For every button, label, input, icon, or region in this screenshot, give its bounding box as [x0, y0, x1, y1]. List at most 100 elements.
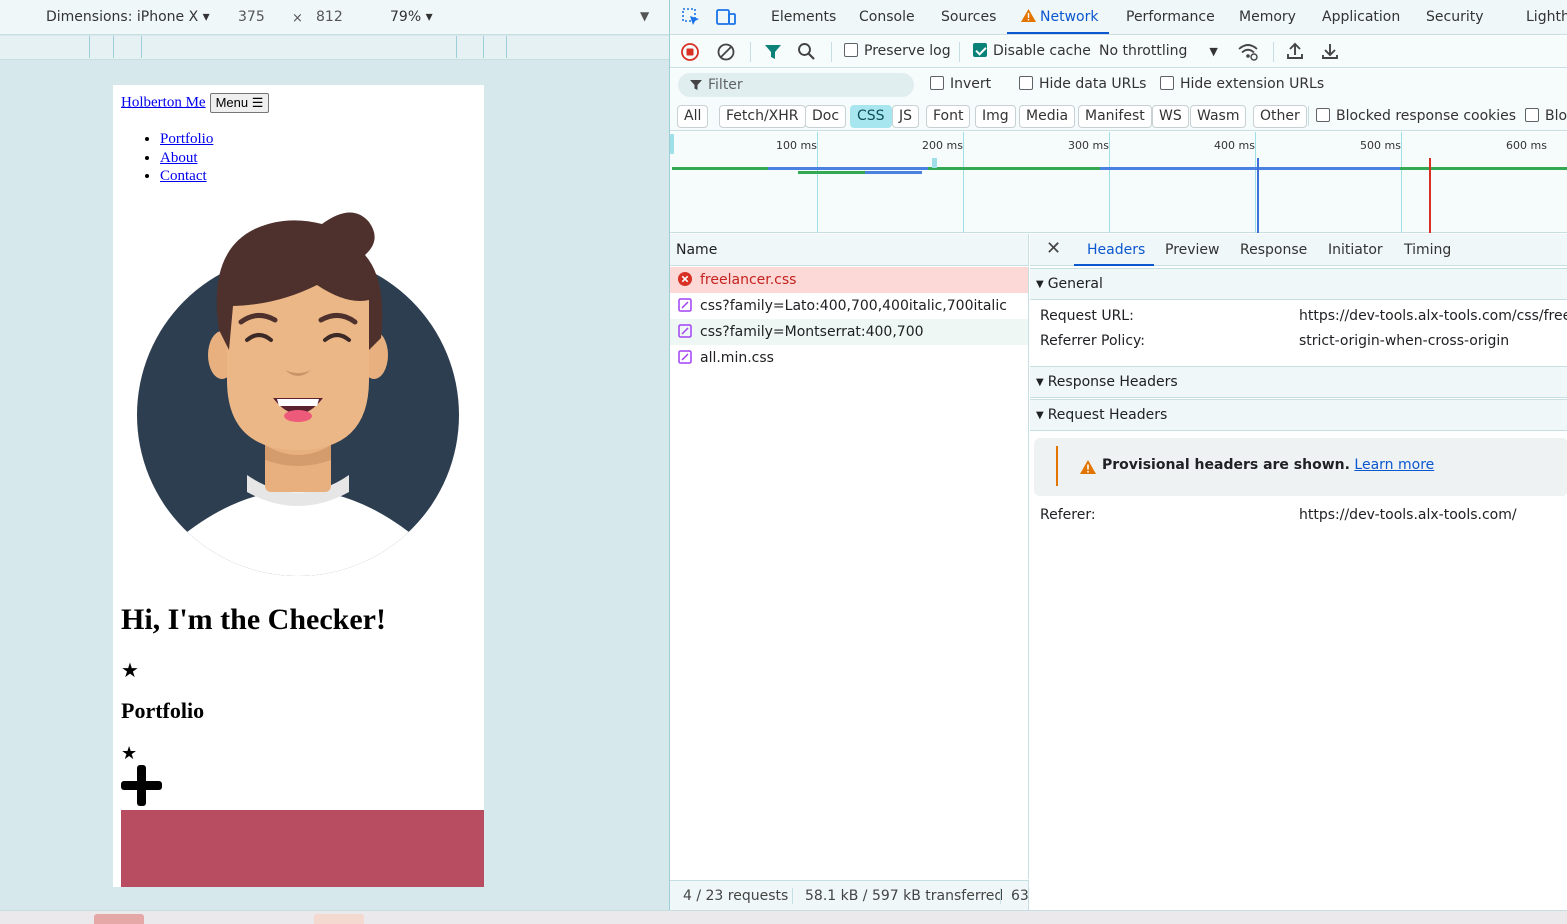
tab-console[interactable]: Console — [859, 9, 915, 25]
nav-item: Portfolio — [160, 130, 213, 149]
request-name: css?family=Montserrat:400,700 — [700, 324, 924, 340]
preserve-log-checkbox[interactable]: Preserve log — [844, 43, 951, 59]
timeline-bar — [932, 158, 937, 168]
device-toolbar: Dimensions: iPhone X ▾ 375 × 812 79% ▾ ▼ — [0, 0, 669, 35]
tab-sources[interactable]: Sources — [941, 9, 996, 25]
type-filter-all[interactable]: All — [677, 105, 709, 128]
nav-item: About — [160, 149, 213, 168]
hide-data-urls-checkbox[interactable]: Hide data URLs — [1019, 76, 1146, 92]
tab-headers[interactable]: Headers — [1087, 242, 1145, 258]
taskbar-app-icon[interactable] — [94, 914, 144, 924]
request-name: css?family=Lato:400,700,400italic,700ita… — [700, 298, 1007, 314]
portfolio-item[interactable] — [121, 810, 484, 887]
warning-icon — [1021, 9, 1036, 22]
type-filter-js[interactable]: JS — [892, 105, 920, 128]
request-count: 4 / 23 requests — [683, 888, 789, 904]
device-height-input[interactable]: 812 — [316, 9, 343, 25]
filter-input[interactable]: Filter — [678, 73, 914, 97]
type-filter-fetch-xhr[interactable]: Fetch/XHR — [719, 105, 806, 128]
tab-preview[interactable]: Preview — [1165, 242, 1220, 258]
network-overview-timeline[interactable]: 100 ms 200 ms 300 ms 400 ms 500 ms 600 m… — [670, 132, 1567, 233]
tab-application[interactable]: Application — [1322, 9, 1400, 25]
request-url-value: https://dev-tools.alx-tools.com/css/free… — [1299, 308, 1567, 324]
section-response-headers[interactable]: ▼ Response Headers — [1030, 366, 1567, 398]
tab-lighthouse[interactable]: Lighth — [1526, 9, 1567, 25]
request-detail-panel: ✕ Headers Preview Response Initiator Tim… — [1030, 234, 1567, 910]
type-filter-doc[interactable]: Doc — [805, 105, 847, 128]
warning-message: Provisional headers are shown. Learn mor… — [1102, 457, 1434, 473]
disable-cache-checkbox[interactable]: Disable cache — [973, 43, 1091, 59]
clear-icon[interactable] — [717, 43, 735, 61]
logo-link[interactable]: Holberton Me — [121, 94, 206, 110]
dom-content-loaded-marker — [1257, 158, 1259, 233]
nav-link-portfolio[interactable]: Portfolio — [160, 131, 213, 147]
nav-link-about[interactable]: About — [160, 150, 198, 166]
search-icon[interactable] — [797, 42, 816, 61]
device-toolbar-icon[interactable] — [715, 6, 737, 28]
nav-list: Portfolio About Contact — [160, 130, 213, 186]
device-width-input[interactable]: 375 — [238, 9, 265, 25]
request-row[interactable]: css?family=Montserrat:400,700 — [670, 319, 1028, 345]
tab-memory[interactable]: Memory — [1239, 9, 1296, 25]
inspect-element-icon[interactable] — [680, 6, 702, 28]
type-filter-css[interactable]: CSS — [850, 105, 892, 128]
devtools-panel: Elements Console Sources Network Perform… — [669, 0, 1567, 910]
import-har-icon[interactable] — [1285, 41, 1305, 61]
tab-timing[interactable]: Timing — [1404, 242, 1451, 258]
taskbar-app-icon[interactable] — [314, 914, 364, 924]
checkbox-box — [1160, 76, 1174, 90]
stop-recording-icon[interactable] — [681, 43, 699, 61]
type-filter-font[interactable]: Font — [926, 105, 971, 128]
tab-response[interactable]: Response — [1240, 242, 1307, 258]
star-icon: ★ — [121, 660, 139, 682]
checkbox-box — [930, 76, 944, 90]
type-filter-ws[interactable]: WS — [1152, 105, 1189, 128]
filter-icon[interactable] — [764, 43, 782, 61]
hide-extension-urls-checkbox[interactable]: Hide extension URLs — [1160, 76, 1324, 92]
network-conditions-icon[interactable] — [1237, 42, 1259, 62]
blocked-requests-label: Blo — [1545, 108, 1567, 124]
filter-bar: Filter Invert Hide data URLs Hide extens… — [670, 69, 1567, 101]
blocked-requests-checkbox[interactable]: Blo — [1525, 108, 1567, 124]
tab-performance[interactable]: Performance — [1126, 9, 1215, 25]
name-column-header[interactable]: Name — [670, 234, 1029, 266]
request-row[interactable]: freelancer.css — [670, 267, 1028, 293]
request-name: all.min.css — [700, 350, 774, 366]
referer-value: https://dev-tools.alx-tools.com/ — [1299, 507, 1517, 523]
resource-type-bar: All Fetch/XHR Doc CSS JS Font Img Media … — [670, 101, 1567, 131]
preserve-log-label: Preserve log — [864, 43, 951, 59]
device-more-dropdown[interactable]: ▼ — [640, 9, 649, 23]
invert-checkbox[interactable]: Invert — [930, 76, 991, 92]
type-filter-img[interactable]: Img — [975, 105, 1016, 128]
timeline-handle[interactable] — [670, 134, 674, 154]
timeline-bar — [1100, 167, 1400, 170]
learn-more-link[interactable]: Learn more — [1354, 457, 1434, 473]
section-general[interactable]: ▼ General — [1030, 268, 1567, 300]
tab-network[interactable]: Network — [1021, 9, 1098, 25]
dimensions-dropdown[interactable]: Dimensions: iPhone X ▾ — [46, 9, 210, 25]
checkbox-box — [1019, 76, 1033, 90]
section-request-headers[interactable]: ▼ Request Headers — [1030, 399, 1567, 431]
tab-elements[interactable]: Elements — [771, 9, 836, 25]
type-filter-wasm[interactable]: Wasm — [1190, 105, 1247, 128]
throttling-dropdown[interactable]: No throttling ▼ — [1099, 43, 1218, 59]
media-query-bar[interactable] — [0, 36, 669, 60]
request-row[interactable]: css?family=Lato:400,700,400italic,700ita… — [670, 293, 1028, 319]
blocked-cookies-checkbox[interactable]: Blocked response cookies — [1316, 108, 1516, 124]
menu-button[interactable]: Menu ☰ — [209, 93, 270, 113]
tab-initiator[interactable]: Initiator — [1328, 242, 1383, 258]
close-icon[interactable]: ✕ — [1046, 238, 1061, 259]
section-title: Response Headers — [1047, 374, 1178, 390]
stylesheet-icon — [678, 298, 692, 312]
tab-security[interactable]: Security — [1426, 9, 1484, 25]
type-filter-other[interactable]: Other — [1253, 105, 1307, 128]
times-label: × — [292, 11, 303, 26]
request-row[interactable]: all.min.css — [670, 345, 1028, 371]
invert-label: Invert — [950, 76, 992, 92]
star-icon: ★ — [121, 743, 138, 763]
type-filter-media[interactable]: Media — [1019, 105, 1076, 128]
type-filter-manifest[interactable]: Manifest — [1078, 105, 1152, 128]
zoom-dropdown[interactable]: 79% ▾ — [390, 9, 433, 25]
nav-link-contact[interactable]: Contact — [160, 168, 207, 184]
export-har-icon[interactable] — [1320, 41, 1340, 61]
